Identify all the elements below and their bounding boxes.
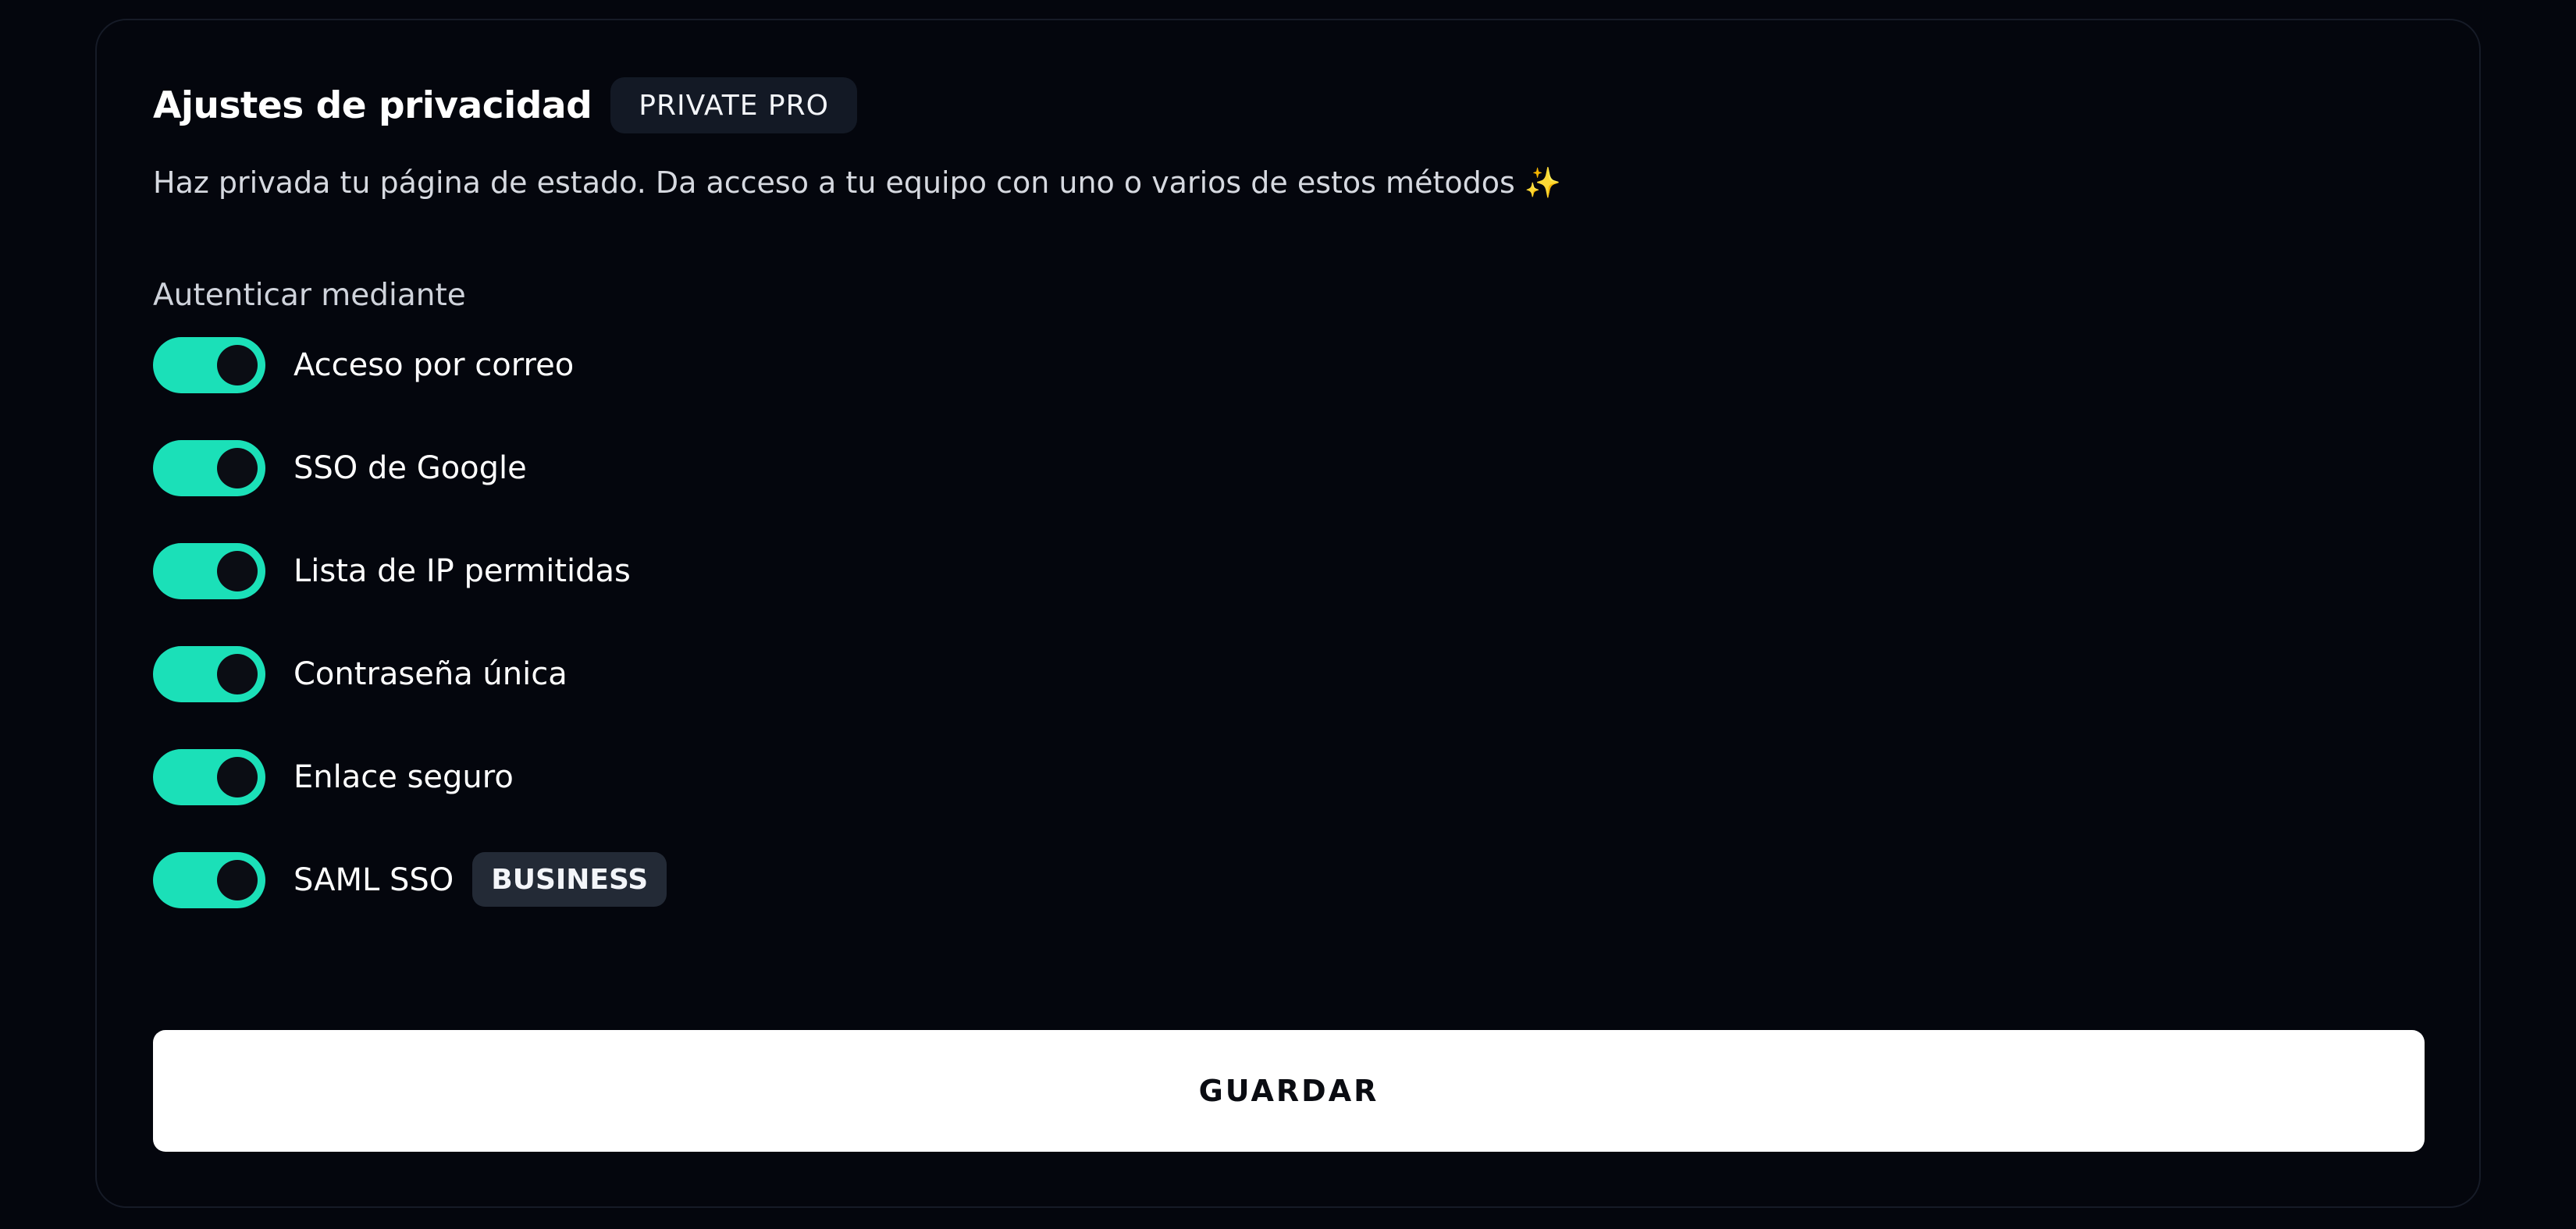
card-header: Ajustes de privacidad PRIVATE PRO [153,76,857,134]
ip-allowlist-toggle[interactable] [153,543,265,599]
saml-sso-toggle[interactable] [153,852,265,908]
option-label: SAML SSO [294,862,454,898]
toggle-knob [217,448,258,488]
toggle-knob [217,757,258,797]
card-subtitle: Haz privada tu página de estado. Da acce… [153,165,1562,200]
option-label: Contraseña única [294,656,568,692]
option-email-access: Acceso por correo [153,337,1090,440]
plan-badge: PRIVATE PRO [610,77,857,133]
option-label: SSO de Google [294,450,527,486]
option-secure-link: Enlace seguro [153,749,1090,852]
toggle-knob [217,654,258,694]
privacy-settings-card: Ajustes de privacidad PRIVATE PRO Haz pr… [95,19,2481,1208]
secure-link-toggle[interactable] [153,749,265,805]
option-ip-allowlist: Lista de IP permitidas [153,543,1090,646]
toggle-knob [217,345,258,385]
email-access-toggle[interactable] [153,337,265,393]
single-password-toggle[interactable] [153,646,265,702]
auth-options-list: Acceso por correo SSO de Google Lista de… [153,337,1090,955]
toggle-knob [217,551,258,591]
business-badge: BUSINESS [472,852,667,907]
option-single-password: Contraseña única [153,646,1090,749]
option-saml-sso: SAML SSO BUSINESS [153,852,1090,955]
option-label: Lista de IP permitidas [294,553,631,589]
card-title: Ajustes de privacidad [153,83,592,127]
option-label: Enlace seguro [294,759,514,795]
save-button[interactable]: GUARDAR [153,1030,2425,1152]
toggle-knob [217,860,258,900]
auth-section-label: Autenticar mediante [153,278,466,313]
option-google-sso: SSO de Google [153,440,1090,543]
option-label: Acceso por correo [294,347,575,383]
google-sso-toggle[interactable] [153,440,265,496]
